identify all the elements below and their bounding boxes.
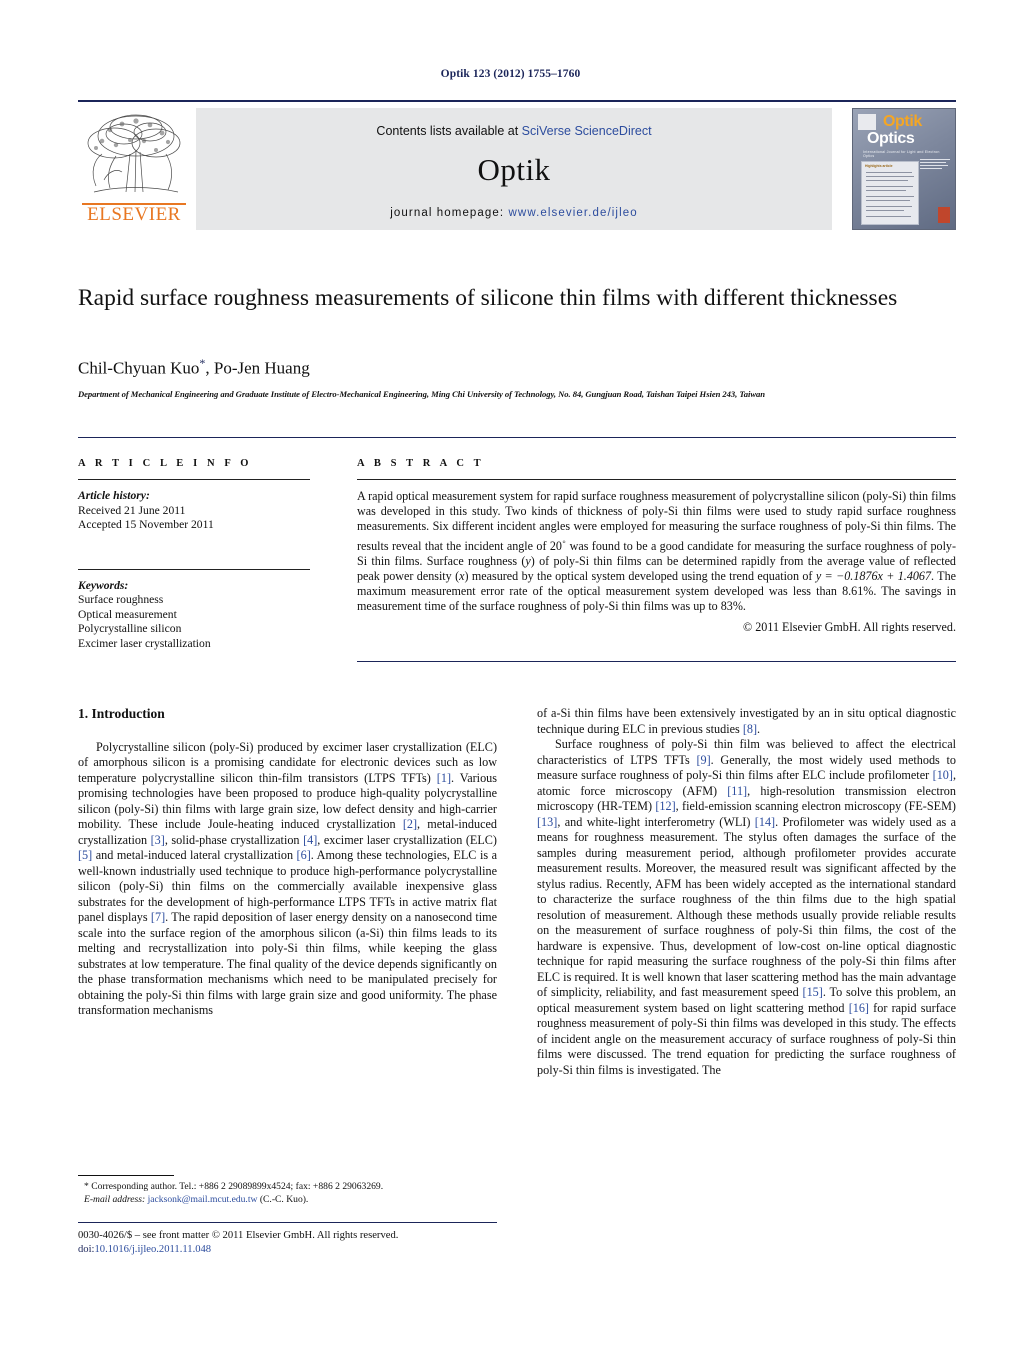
contents-available-line: Contents lists available at SciVerse Sci…: [196, 124, 832, 138]
email-suffix: (C.-C. Kuo).: [257, 1193, 309, 1205]
citation-ref[interactable]: [9]: [696, 753, 710, 767]
email-note: E-mail address: jacksonk@mail.mcut.edu.t…: [78, 1194, 497, 1207]
cover-side-notes: [920, 159, 950, 171]
citation-ref[interactable]: [3]: [151, 833, 165, 847]
paragraph: of a-Si thin films have been extensively…: [537, 706, 956, 736]
body-right-column: of a-Si thin films have been extensively…: [537, 706, 956, 1078]
citation-ref[interactable]: [7]: [151, 910, 165, 924]
footer-block: 0030-4026/$ – see front matter © 2011 El…: [78, 1229, 538, 1257]
received-date: Received 21 June 2011: [78, 503, 186, 517]
cover-publisher-mark: [858, 114, 876, 130]
author-rest: , Po-Jen Huang: [205, 358, 310, 378]
abstract-column: A B S T R A C T A rapid optical measurem…: [357, 458, 956, 635]
footnote-rule: [78, 1175, 174, 1176]
citation-ref[interactable]: [12]: [655, 799, 675, 813]
corresponding-author-text: Corresponding author. Tel.: +886 2 29089…: [91, 1181, 384, 1192]
cover-subtitle: International Journal for Light and Elec…: [863, 150, 940, 158]
citation-ref[interactable]: [15]: [803, 985, 823, 999]
citation-ref[interactable]: [2]: [403, 817, 417, 831]
masthead-top-rule: [78, 100, 956, 102]
homepage-label: journal homepage:: [390, 207, 505, 219]
paragraph: Surface roughness of poly-Si thin film w…: [537, 737, 956, 1077]
homepage-url[interactable]: www.elsevier.de/ijleo: [509, 207, 638, 219]
sciencedirect-link[interactable]: SciVerse ScienceDirect: [522, 124, 652, 138]
affiliation: Department of Mechanical Engineering and…: [78, 389, 766, 399]
journal-homepage-line: journal homepage: www.elsevier.de/ijleo: [196, 207, 832, 219]
journal-cover-thumbnail[interactable]: Optik Optics International Journal for L…: [852, 108, 956, 230]
citation-ref[interactable]: [4]: [303, 833, 317, 847]
article-history-block: Article history: Received 21 June 2011 A…: [78, 489, 310, 533]
abstract-bottom-rule: [357, 661, 956, 662]
elsevier-logo: ELSEVIER: [78, 108, 190, 230]
article-history-label: Article history:: [78, 489, 150, 502]
body-left-column: 1. Introduction Polycrystalline silicon …: [78, 706, 497, 1019]
keyword-item: Polycrystalline silicon: [78, 622, 182, 635]
abstract-text: A rapid optical measurement system for r…: [357, 489, 956, 615]
abstract-rule: [357, 479, 956, 480]
article-info-heading: A R T I C L E I N F O: [78, 458, 253, 469]
abstract-heading: A B S T R A C T: [357, 458, 485, 469]
keywords-label: Keywords:: [78, 578, 129, 592]
journal-masthead: ELSEVIER Contents lists available at Sci…: [78, 100, 956, 230]
cover-panel-title: Highlights article: [865, 164, 893, 168]
article-info-column: A R T I C L E I N F O Article history: R…: [78, 458, 310, 651]
citation-ref[interactable]: [1]: [437, 771, 451, 785]
email-link[interactable]: jacksonk@mail.mcut.edu.tw: [148, 1194, 258, 1205]
citation-ref[interactable]: [5]: [78, 848, 92, 862]
elsevier-wordmark: ELSEVIER: [87, 204, 181, 225]
paragraph: Polycrystalline silicon (poly-Si) produc…: [78, 739, 497, 1018]
footnote-block: * Corresponding author. Tel.: +886 2 290…: [78, 1181, 497, 1206]
keyword-item: Optical measurement: [78, 607, 177, 621]
abstract-copyright: © 2011 Elsevier GmbH. All rights reserve…: [743, 619, 956, 634]
doi-label: doi:: [78, 1244, 95, 1255]
corresponding-author-note: * Corresponding author. Tel.: +886 2 290…: [78, 1181, 497, 1194]
info-section-top-rule: [78, 437, 956, 438]
citation-ref[interactable]: [10]: [933, 768, 953, 782]
accepted-date: Accepted 15 November 2011: [78, 518, 214, 531]
masthead-banner: Contents lists available at SciVerse Sci…: [196, 108, 832, 230]
citation-ref[interactable]: [11]: [727, 784, 747, 798]
elsevier-tree-icon: [87, 114, 181, 193]
author-list: Chil-Chyuan Kuo*, Po-Jen Huang: [78, 356, 918, 379]
keywords-block: Keywords: Surface roughness Optical meas…: [78, 579, 310, 652]
article-info-rule: [78, 479, 310, 480]
running-head: Optik 123 (2012) 1755–1760: [440, 68, 581, 80]
citation-ref[interactable]: [14]: [755, 815, 775, 829]
doi-value[interactable]: 10.1016/j.ijleo.2011.11.048: [94, 1244, 211, 1255]
contents-prefix: Contents lists available at: [376, 124, 522, 138]
cover-highlights-panel: Highlights article: [861, 161, 919, 225]
paper-page: Optik 123 (2012) 1755–1760 ELSEVIER Cont…: [0, 0, 1021, 1351]
journal-title: Optik: [477, 152, 551, 187]
doi-line: doi:10.1016/j.ijleo.2011.11.048: [78, 1243, 538, 1257]
citation-ref[interactable]: [8]: [743, 722, 757, 736]
footnote-marker: *: [84, 1181, 89, 1192]
keywords-rule: [78, 568, 310, 570]
citation-ref[interactable]: [16]: [849, 1001, 869, 1015]
cover-title-primary: Optik: [883, 113, 922, 130]
email-label: E-mail address:: [84, 1193, 146, 1205]
page-title: Rapid surface roughness measurements of …: [78, 285, 898, 311]
citation-ref[interactable]: [13]: [537, 815, 557, 829]
author-first: Chil-Chyuan Kuo: [78, 358, 200, 378]
cover-volume-badge: [938, 207, 950, 223]
keyword-item: Surface roughness: [78, 593, 164, 606]
section-heading-introduction: 1. Introduction: [78, 706, 165, 721]
cover-title-secondary: Optics: [867, 130, 915, 147]
keyword-item: Excimer laser crystallization: [78, 636, 211, 650]
abstract-part-4: ) measured by the optical system develop…: [464, 569, 816, 584]
footer-rule: [78, 1222, 497, 1223]
issn-copyright-line: 0030-4026/$ – see front matter © 2011 El…: [78, 1230, 399, 1241]
trend-equation: y = −0.1876x + 1.4067: [815, 569, 932, 584]
citation-ref[interactable]: [6]: [297, 848, 311, 862]
